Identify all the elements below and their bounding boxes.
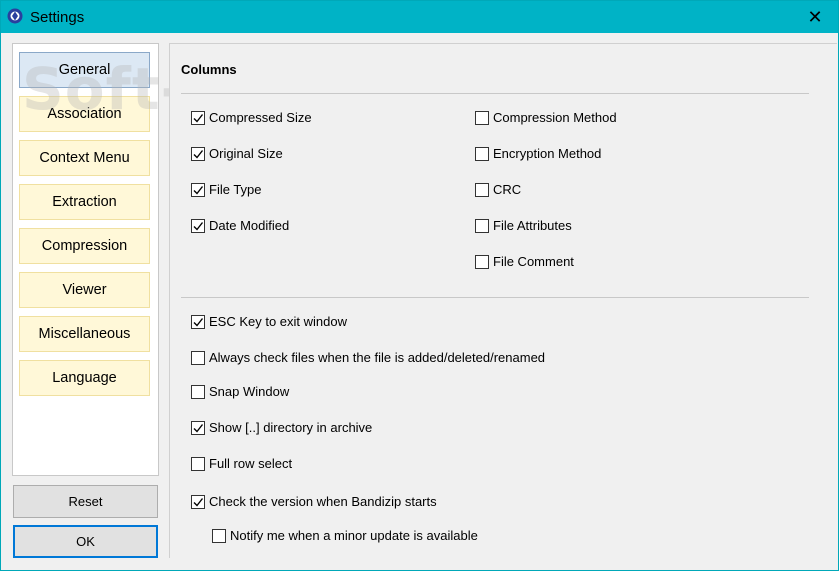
column-file-comment-checkbox[interactable]: File Comment [475, 254, 574, 269]
option-always-check-files-when-the-file-is-added-deleted-renamed-checkbox[interactable]: Always check files when the file is adde… [191, 350, 545, 365]
nav-item-label: Language [52, 370, 117, 386]
checkbox-label: Full row select [209, 456, 293, 471]
checkbox-box[interactable] [212, 528, 226, 543]
column-original-size-checkbox[interactable]: Original Size [191, 146, 283, 161]
checkbox-box[interactable] [475, 182, 489, 197]
option-notify-me-when-a-minor-update-is-available-checkbox[interactable]: Notify me when a minor update is availab… [212, 528, 478, 543]
column-compression-method-checkbox[interactable]: Compression Method [475, 110, 617, 125]
column-file-type-checkbox[interactable]: File Type [191, 182, 262, 197]
checkbox-label: Compressed Size [209, 110, 312, 125]
ok-button[interactable]: OK [13, 525, 158, 558]
column-date-modified-checkbox[interactable]: Date Modified [191, 218, 289, 233]
checkbox-label: File Attributes [493, 218, 572, 233]
nav-item-miscellaneous[interactable]: Miscellaneous [19, 316, 150, 352]
checkbox-label: Snap Window [209, 384, 290, 399]
checkbox-box[interactable] [475, 218, 489, 233]
nav-item-label: Context Menu [39, 150, 130, 166]
checkbox-label: CRC [493, 182, 522, 197]
checkbox-label: File Type [209, 182, 262, 197]
option-esc-key-to-exit-window-checkbox[interactable]: ESC Key to exit window [191, 314, 347, 329]
column-crc-checkbox[interactable]: CRC [475, 182, 521, 197]
nav-item-label: Miscellaneous [38, 326, 131, 342]
nav-item-context-menu[interactable]: Context Menu [19, 140, 150, 176]
nav-item-extraction[interactable]: Extraction [19, 184, 150, 220]
checkmark-icon[interactable] [191, 420, 205, 435]
checkbox-label: Check the version when Bandizip starts [209, 494, 437, 509]
close-icon: ✕ [807, 6, 823, 27]
checkbox-label: Show [..] directory in archive [209, 420, 373, 435]
checkbox-label: Encryption Method [493, 146, 602, 161]
checkbox-label: ESC Key to exit window [209, 314, 348, 329]
option-show-directory-in-archive-checkbox[interactable]: Show [..] directory in archive [191, 420, 372, 435]
checkbox-label: Compression Method [493, 110, 617, 125]
checkmark-icon[interactable] [191, 110, 205, 125]
section-divider [181, 297, 809, 298]
nav-item-label: Compression [41, 238, 128, 254]
columns-section-title: Columns [181, 62, 237, 77]
nav-item-label: General [58, 62, 111, 78]
columns-title-divider [181, 93, 809, 94]
checkbox-box[interactable] [475, 110, 489, 125]
nav-item-label: Extraction [52, 194, 117, 210]
checkbox-box[interactable] [191, 384, 205, 399]
option-snap-window-checkbox[interactable]: Snap Window [191, 384, 289, 399]
window-title: Settings [30, 9, 85, 26]
nav-item-language[interactable]: Language [19, 360, 150, 396]
checkbox-box[interactable] [191, 456, 205, 471]
checkbox-box[interactable] [191, 350, 205, 365]
checkmark-icon[interactable] [191, 146, 205, 161]
title-bar[interactable]: Settings ✕ [1, 1, 838, 33]
reset-button[interactable]: Reset [13, 485, 158, 518]
checkbox-label: Always check files when the file is adde… [209, 350, 546, 365]
option-check-the-version-when-bandizip-starts-checkbox[interactable]: Check the version when Bandizip starts [191, 494, 437, 509]
checkmark-icon[interactable] [191, 314, 205, 329]
column-file-attributes-checkbox[interactable]: File Attributes [475, 218, 572, 233]
nav-item-label: Association [47, 106, 122, 122]
checkbox-label: Notify me when a minor update is availab… [230, 528, 478, 543]
checkbox-box[interactable] [475, 254, 489, 269]
nav-item-general[interactable]: General [19, 52, 150, 88]
checkbox-label: Original Size [209, 146, 283, 161]
checkbox-box[interactable] [475, 146, 489, 161]
checkbox-label: File Comment [493, 254, 574, 269]
checkbox-label: Date Modified [209, 218, 290, 233]
nav-item-viewer[interactable]: Viewer [19, 272, 150, 308]
nav-item-compression[interactable]: Compression [19, 228, 150, 264]
column-encryption-method-checkbox[interactable]: Encryption Method [475, 146, 601, 161]
bandizip-app-icon [7, 8, 23, 24]
checkmark-icon[interactable] [191, 494, 205, 509]
nav-item-association[interactable]: Association [19, 96, 150, 132]
close-button[interactable]: ✕ [792, 1, 838, 33]
checkmark-icon[interactable] [191, 218, 205, 233]
column-compressed-size-checkbox[interactable]: Compressed Size [191, 110, 312, 125]
nav-item-label: Viewer [62, 282, 107, 298]
checkmark-icon[interactable] [191, 182, 205, 197]
option-full-row-select-checkbox[interactable]: Full row select [191, 456, 292, 471]
